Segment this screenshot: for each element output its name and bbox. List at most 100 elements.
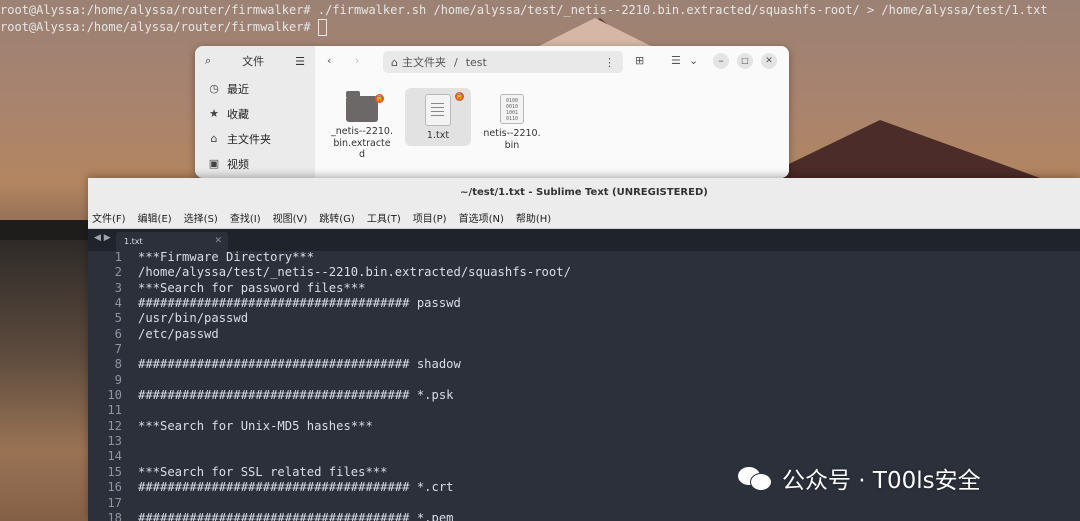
new-folder-icon[interactable]: ⊞: [635, 54, 644, 67]
file-manager-sidebar: ⌕ 文件 ☰ ◷ 最近 ★ 收藏 ⌂ 主文件夹 ▣ 视频: [195, 46, 315, 178]
line-text: ***Search for SSL related files***: [138, 464, 388, 479]
terminal-prompt: root@Alyssa:/home/alyssa/router/firmwalk…: [0, 20, 318, 34]
line-number: 3: [114, 280, 122, 295]
sidebar-item-home[interactable]: ⌂ 主文件夹: [195, 126, 315, 151]
text-file-icon: [425, 94, 451, 126]
line-text: ##################################### sh…: [138, 357, 461, 372]
line-text: ##################################### *.…: [138, 388, 454, 403]
sidebar-title: 文件: [242, 55, 265, 68]
code-line: 11: [88, 403, 1080, 418]
line-number: 4: [114, 296, 122, 311]
tab-1-txt[interactable]: 1.txt ✕: [116, 232, 228, 251]
code-line: 7: [88, 342, 1080, 357]
code-line: 5/usr/bin/passwd: [88, 311, 1080, 326]
close-tab-icon[interactable]: ✕: [214, 236, 222, 246]
line-number: 11: [107, 403, 122, 418]
binary-file-icon: 0100 0010 1001 0110: [500, 94, 524, 124]
line-number: 14: [107, 449, 122, 464]
file-name: 1.txt: [426, 130, 450, 141]
file-item-text[interactable]: 🔒 1.txt: [405, 88, 471, 146]
breadcrumb-separator: /: [453, 55, 458, 69]
line-number: 1: [114, 250, 122, 264]
menu-goto[interactable]: 跳转(G): [319, 210, 355, 225]
file-item-folder[interactable]: 🔒 _netis--2210. bin.extracte d: [329, 88, 395, 174]
sidebar-item-recent[interactable]: ◷ 最近: [195, 76, 315, 101]
line-number: 13: [107, 434, 122, 449]
home-icon: ⌂: [391, 55, 398, 69]
code-line: 4 ##################################### p…: [88, 296, 1080, 311]
more-icon[interactable]: ⋮: [604, 56, 615, 69]
line-text: /usr/bin/passwd: [138, 311, 249, 326]
lake-background: [0, 240, 100, 521]
chevron-down-icon[interactable]: ⌄: [689, 54, 698, 67]
tab-bar: ◀ ▶ 1.txt ✕: [88, 229, 1080, 251]
code-line: 6/etc/passwd: [88, 327, 1080, 342]
menu-tools[interactable]: 工具(T): [367, 210, 401, 225]
file-manager-main: ‹ › ⌂ 主文件夹 / test ⋮ ⊞ ☰ ⌄ – □ ✕ 🔒 _netis…: [315, 46, 789, 178]
terminal-line-1: root@Alyssa:/home/alyssa/router/firmwalk…: [0, 3, 1048, 17]
folder-icon: [346, 91, 378, 122]
sidebar-item-label: 主文件夹: [227, 132, 271, 146]
sidebar-item-label: 最近: [227, 82, 249, 96]
code-line: 3 ***Search for password files***: [88, 281, 1080, 296]
video-icon: ▣: [208, 157, 220, 170]
line-text: ***Search for Unix-MD5 hashes***: [138, 418, 373, 433]
line-text: ##################################### pa…: [138, 296, 461, 311]
maximize-icon[interactable]: □: [737, 53, 753, 69]
line-number: 7: [114, 342, 122, 357]
code-line: 8 ##################################### s…: [88, 357, 1080, 372]
back-icon[interactable]: ‹: [327, 54, 331, 67]
menu-preferences[interactable]: 首选项(N): [459, 210, 504, 225]
view-list-icon[interactable]: ☰: [671, 54, 681, 67]
menu-view[interactable]: 视图(V): [273, 210, 308, 225]
search-icon[interactable]: ⌕: [205, 54, 211, 68]
line-number: 5: [114, 311, 122, 326]
code-line: 10 ##################################### …: [88, 388, 1080, 403]
watermark-text: 公众号 · T00ls安全: [782, 468, 981, 494]
lock-icon: 🔒: [375, 94, 384, 103]
breadcrumb-current[interactable]: test: [466, 56, 487, 69]
code-line: 9: [88, 373, 1080, 388]
line-number: 6: [114, 326, 122, 341]
file-grid: 🔒 _netis--2210. bin.extracte d 🔒 1.txt 0…: [315, 82, 789, 178]
code-line: 12 ***Search for Unix-MD5 hashes***: [88, 419, 1080, 434]
menu-help[interactable]: 帮助(H): [516, 210, 551, 225]
sidebar-item-label: 收藏: [227, 107, 249, 121]
line-text: /etc/passwd: [138, 326, 219, 341]
forward-icon[interactable]: ›: [355, 54, 359, 67]
lock-icon: 🔒: [455, 92, 464, 101]
line-number: 17: [107, 495, 122, 510]
file-item-binary[interactable]: 0100 0010 1001 0110 netis--2210. bin: [479, 88, 545, 158]
menu-edit[interactable]: 编辑(E): [138, 210, 172, 225]
menu-find[interactable]: 查找(I): [230, 210, 261, 225]
line-text: ##################################### *.…: [138, 480, 454, 495]
tab-label: 1.txt: [124, 237, 143, 246]
file-name: _netis--2210. bin.extracte d: [331, 126, 393, 160]
terminal[interactable]: root@Alyssa:/home/alyssa/router/firmwalk…: [0, 0, 1080, 42]
file-manager-window[interactable]: ⌕ 文件 ☰ ◷ 最近 ★ 收藏 ⌂ 主文件夹 ▣ 视频 ‹ › ⌂ 主文件夹: [195, 46, 789, 178]
wechat-logo-icon: [738, 465, 772, 491]
minimize-icon[interactable]: –: [713, 53, 729, 69]
code-line: 18 ##################################### …: [88, 511, 1080, 521]
file-name: netis--2210. bin: [483, 128, 541, 151]
menu-selection[interactable]: 选择(S): [184, 210, 218, 225]
sidebar-item-starred[interactable]: ★ 收藏: [195, 101, 315, 126]
line-number: 2: [114, 265, 122, 280]
file-manager-toolbar: ‹ › ⌂ 主文件夹 / test ⋮ ⊞ ☰ ⌄ – □ ✕: [315, 46, 789, 76]
sidebar-item-videos[interactable]: ▣ 视频: [195, 151, 315, 176]
code-line: 1 ***Firmware Directory***: [88, 250, 1080, 265]
menu-file[interactable]: 文件(F): [92, 210, 126, 225]
line-text: ##################################### *.…: [138, 510, 454, 521]
tab-scroll-arrows-icon[interactable]: ◀ ▶: [94, 233, 111, 243]
code-line: 2/home/alyssa/test/_netis--2210.bin.extr…: [88, 265, 1080, 280]
sidebar-item-label: 视频: [227, 157, 249, 171]
close-icon[interactable]: ✕: [761, 53, 777, 69]
breadcrumb-root[interactable]: 主文件夹: [402, 54, 446, 70]
menu-icon[interactable]: ☰: [295, 55, 305, 68]
menu-project[interactable]: 项目(P): [413, 210, 447, 225]
breadcrumb[interactable]: ⌂ 主文件夹 / test ⋮: [383, 51, 623, 73]
line-number: 12: [107, 418, 122, 433]
window-title: ~/test/1.txt - Sublime Text (UNREGISTERE…: [88, 178, 1080, 206]
clock-icon: ◷: [209, 82, 219, 95]
sidebar-header: ⌕ 文件 ☰: [195, 46, 315, 76]
